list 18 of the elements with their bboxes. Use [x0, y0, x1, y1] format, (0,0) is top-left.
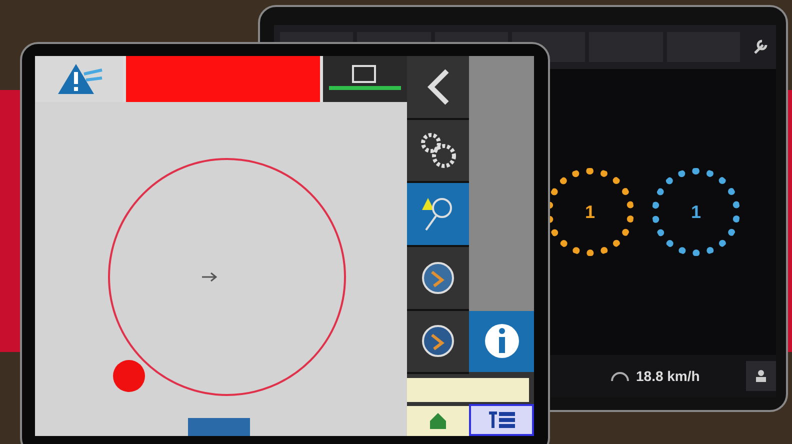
globe-button[interactable]: [407, 310, 469, 374]
home-button[interactable]: [407, 406, 469, 436]
warning-tile[interactable]: [35, 56, 123, 102]
person-button[interactable]: [746, 361, 776, 391]
person-icon: [754, 369, 768, 383]
menu-button[interactable]: [469, 404, 534, 436]
menu-grid-icon: [486, 410, 516, 430]
gears-icon: [418, 130, 458, 170]
speed-reading: 18.8 km/h: [636, 368, 700, 384]
gauge-value: 1: [690, 202, 701, 222]
implement-tile[interactable]: [323, 56, 407, 102]
gauge-value: 1: [584, 202, 595, 222]
tractor-marker-icon: [201, 272, 217, 282]
speedometer-icon: [610, 370, 630, 382]
position-dot: [113, 360, 145, 392]
warning-search-button[interactable]: [407, 183, 469, 247]
home-icon: [428, 411, 448, 432]
info-button[interactable]: [469, 310, 534, 372]
